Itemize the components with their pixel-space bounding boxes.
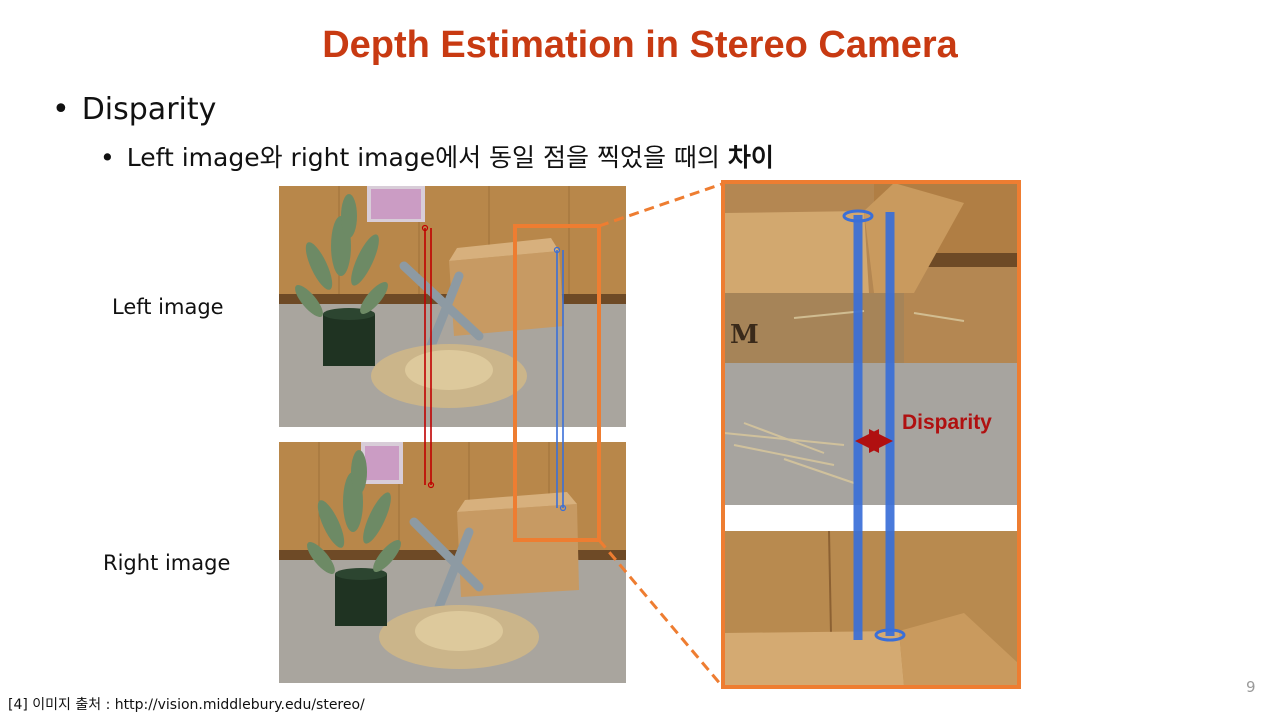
zoom-connector-top <box>598 182 723 228</box>
annotation-overlay <box>421 180 1021 689</box>
page-number: 9 <box>1246 678 1256 696</box>
right-correspondence-lines <box>553 246 567 512</box>
zoomed-correspondence-lines <box>842 209 906 642</box>
disparity-label: Disparity <box>902 411 992 434</box>
zoom-connector-bottom <box>597 539 724 687</box>
image-source-footer: [4] 이미지 출처 : http://vision.middlebury.ed… <box>8 697 365 713</box>
left-correspondence-lines <box>421 224 435 489</box>
